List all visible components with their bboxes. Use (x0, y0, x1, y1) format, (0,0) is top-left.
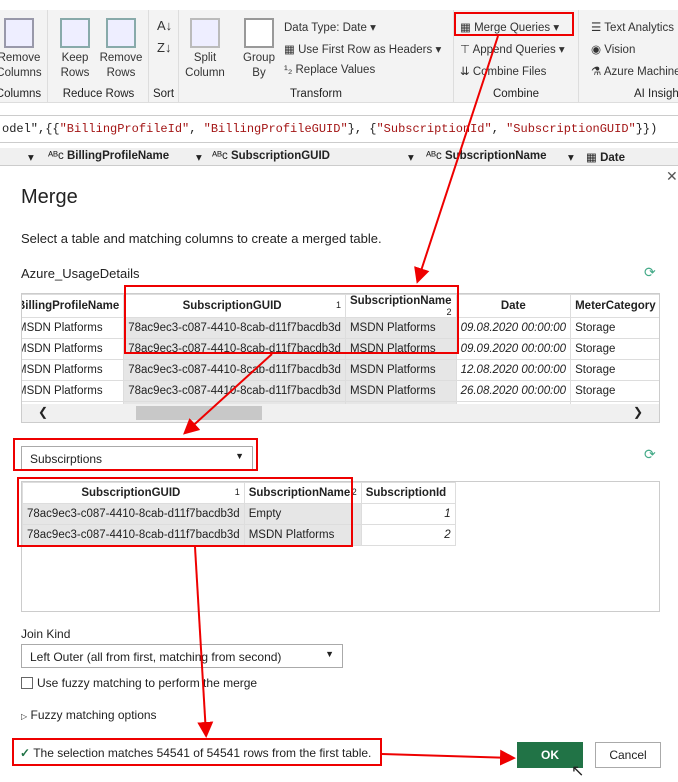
arrow (381, 749, 516, 766)
arrow (194, 546, 214, 738)
arrow (414, 35, 499, 284)
annotation-arrows (183, 35, 516, 766)
arrow (183, 353, 273, 435)
